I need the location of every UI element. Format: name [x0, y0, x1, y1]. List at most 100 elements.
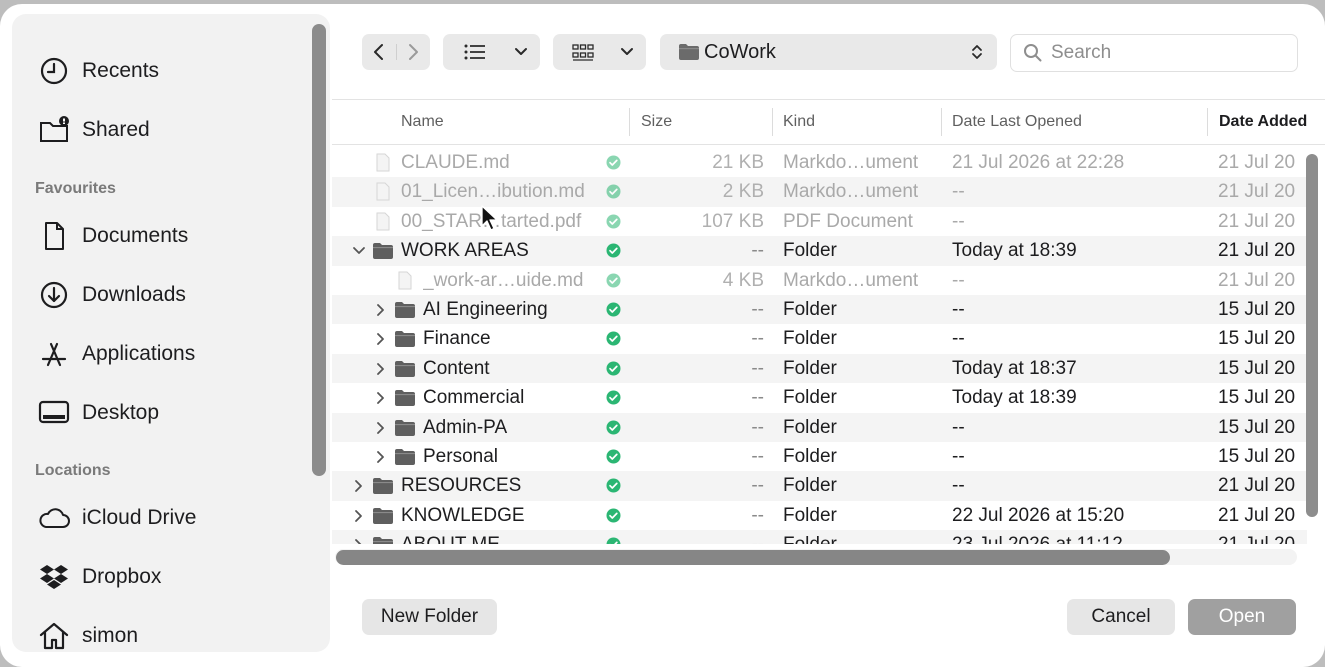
file-name: WORK AREAS [401, 240, 529, 262]
chevron-down-icon [621, 48, 633, 55]
synced-check-icon [606, 537, 621, 544]
table-row[interactable]: CLAUDE.md 21 KB Markdo…ument 21 Jul 2026 at… [332, 148, 1307, 177]
file-kind: Folder [783, 446, 837, 467]
column-header-date-added[interactable]: Date Added [1219, 100, 1307, 144]
chevron-down-icon[interactable] [352, 244, 366, 258]
desktop-icon [38, 400, 70, 424]
file-date-added: 21 Jul 20 [1218, 210, 1296, 232]
sidebar-scrollbar[interactable] [312, 24, 326, 476]
file-size: -- [624, 530, 764, 544]
chevron-right-icon[interactable] [352, 509, 366, 523]
file-size: 2 KB [722, 181, 764, 203]
table-row[interactable]: KNOWLEDGE -- Folder 22 Jul 2026 at 15:20 21 … [332, 501, 1307, 530]
column-header-kind[interactable]: Kind [783, 100, 815, 144]
table-row[interactable]: Content -- Folder Today at 18:37 15 Jul 20 [332, 353, 1307, 384]
table-row[interactable]: Personal -- Folder -- 15 Jul 20 [332, 442, 1307, 471]
sidebar-item-dropbox[interactable]: Dropbox [38, 557, 161, 597]
sidebar-item-applications[interactable]: Applications [38, 334, 195, 374]
column-header-name[interactable]: Name [401, 100, 444, 144]
file-name: Personal [423, 446, 498, 467]
icon-view-button[interactable] [553, 34, 646, 70]
table-row[interactable]: ABOUT ME--Folder23 Jul 2026 at 11:1221 J… [332, 530, 1307, 544]
back-forward-control [362, 34, 430, 70]
sidebar-item-label: Dropbox [82, 565, 162, 588]
chevron-right-icon[interactable] [374, 303, 388, 317]
path-popup[interactable]: CoWork [660, 34, 997, 70]
file-kind: Folder [783, 416, 837, 438]
file-date-last-opened: -- [952, 299, 965, 320]
chevron-right-icon[interactable] [374, 362, 388, 376]
search-field[interactable]: Search [1010, 34, 1298, 72]
table-row[interactable]: Admin-PA -- Folder -- 15 Jul 20 [332, 412, 1307, 442]
table-row[interactable]: AI Engineering -- Folder -- 15 Jul 20 [332, 295, 1307, 325]
synced-check-icon [606, 478, 621, 493]
file-kind: Markdo…ument [783, 181, 919, 203]
sidebar-item-home[interactable]: simon [38, 616, 138, 652]
file-date-last-opened: -- [952, 210, 965, 232]
sidebar-item-downloads[interactable]: Downloads [38, 275, 186, 315]
file-kind: Markdo…ument [783, 269, 919, 291]
file-name: 01_Licen…ibution.md [401, 181, 585, 203]
file-kind: Folder [783, 530, 943, 544]
chevron-right-icon[interactable] [374, 391, 388, 405]
synced-check-icon [606, 243, 621, 258]
chevron-updown-icon [972, 45, 982, 59]
file-date-added: 21 Jul 20 [1218, 530, 1318, 544]
open-button[interactable]: Open [1188, 599, 1296, 635]
sidebar-item-desktop[interactable]: Desktop [38, 393, 159, 433]
sidebar-item-recents[interactable]: Recents [38, 51, 159, 91]
sidebar-item-label: Recents [82, 59, 160, 82]
sidebar-item-documents[interactable]: Documents [38, 216, 188, 256]
section-header-favourites: Favourites [35, 180, 116, 197]
file-date-last-opened: -- [952, 446, 965, 467]
column-header-date-last-opened[interactable]: Date Last Opened [952, 100, 1082, 144]
chevron-right-icon[interactable] [352, 479, 366, 493]
file-kind: Markdo…ument [783, 152, 919, 173]
file-name: CLAUDE.md [401, 152, 510, 173]
vertical-scrollbar[interactable] [1306, 154, 1318, 517]
column-divider [1207, 108, 1208, 136]
file-name: AI Engineering [423, 299, 548, 320]
sidebar-item-shared[interactable]: Shared [38, 110, 150, 150]
table-row[interactable]: 01_Licen…ibution.md 2 KB Markdo…ument -- 21 … [332, 177, 1307, 207]
table-row[interactable]: Commercial -- Folder Today at 18:39 15 Jul 2… [332, 383, 1307, 412]
sidebar-item-icloud-drive[interactable]: iCloud Drive [38, 498, 196, 538]
list-view-button[interactable] [443, 34, 540, 70]
document-icon [45, 222, 64, 250]
back-icon[interactable] [372, 43, 386, 61]
file-date-last-opened: 23 Jul 2026 at 11:12 [952, 530, 1202, 544]
horizontal-scrollbar[interactable] [336, 550, 1170, 565]
table-row[interactable]: _work-ar…uide.md 4 KB Markdo…ument -- 21 Jul… [332, 266, 1307, 295]
file-size: -- [751, 240, 764, 262]
chevron-right-icon[interactable] [374, 450, 388, 464]
file-kind: Folder [783, 299, 837, 320]
file-size: 4 KB [722, 269, 764, 291]
forward-icon[interactable] [406, 43, 420, 61]
sidebar-item-label: Applications [82, 342, 196, 365]
column-header-size[interactable]: Size [641, 100, 672, 144]
file-size: -- [751, 299, 764, 320]
search-icon [1024, 44, 1042, 62]
list-view-icon [464, 44, 485, 60]
file-icon [376, 182, 390, 201]
table-row[interactable]: Finance -- Folder -- 15 Jul 20 [332, 324, 1307, 353]
synced-check-icon [606, 420, 621, 435]
file-size: -- [751, 475, 764, 497]
file-size: -- [751, 416, 764, 438]
table-row[interactable]: 00_STAR…tarted.pdf 107 KB PDF Document -- 21… [332, 207, 1307, 236]
new-folder-button[interactable]: New Folder [362, 599, 497, 635]
chevron-right-icon[interactable] [374, 421, 388, 435]
chevron-right-icon[interactable] [352, 538, 366, 544]
table-row[interactable]: RESOURCES -- Folder -- 21 Jul 20 [332, 471, 1307, 501]
cancel-button[interactable]: Cancel [1067, 599, 1175, 635]
file-date-last-opened: -- [952, 269, 965, 291]
sidebar-item-label: iCloud Drive [82, 506, 197, 529]
chevron-right-icon[interactable] [374, 332, 388, 346]
file-date-added: 21 Jul 20 [1218, 269, 1296, 291]
file-date-added: 21 Jul 20 [1218, 475, 1296, 497]
file-kind: Folder [783, 240, 837, 262]
sidebar-item-label: Desktop [82, 401, 160, 424]
file-date-last-opened: -- [952, 328, 965, 350]
file-date-last-opened: Today at 18:39 [952, 240, 1077, 262]
table-row[interactable]: WORK AREAS -- Folder Today at 18:39 21 Jul 2… [332, 236, 1307, 266]
